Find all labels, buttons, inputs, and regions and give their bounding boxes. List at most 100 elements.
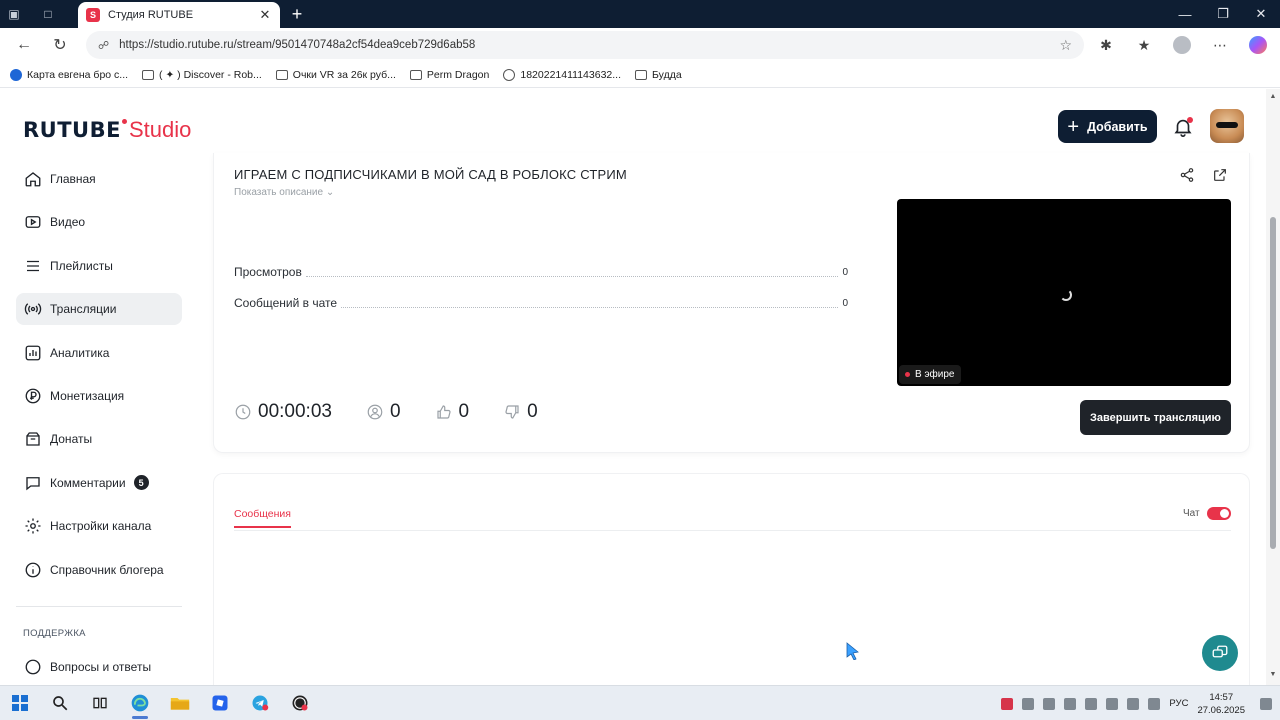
telegram-icon[interactable] — [240, 686, 280, 720]
window-controls: — ❐ ✕ — [1166, 0, 1280, 28]
sidebar-item-label: Справочник блогера — [50, 562, 164, 577]
clock[interactable]: 14:57 27.06.2025 — [1197, 691, 1245, 717]
sidebar-item-video[interactable]: Видео — [16, 206, 182, 238]
metric-likes: 0 — [435, 401, 469, 423]
share-icon[interactable] — [1179, 167, 1195, 183]
chat-bubble-icon — [25, 659, 41, 675]
obs-icon[interactable] — [280, 686, 320, 720]
sidebar-item-label: Комментарии — [50, 475, 126, 490]
windows-logo-icon — [12, 695, 28, 711]
add-button[interactable]: + Добавить — [1058, 110, 1157, 143]
sidebar-item-analytics[interactable]: Аналитика — [16, 337, 182, 369]
maximize-icon[interactable]: ❐ — [1204, 0, 1242, 28]
copilot-icon[interactable] — [1244, 33, 1272, 57]
sidebar-item-faq[interactable]: Вопросы и ответы — [16, 651, 182, 683]
clock-icon — [235, 404, 251, 420]
windows-taskbar: РУС 14:57 27.06.2025 — [0, 685, 1280, 720]
show-description-link[interactable]: Показать описание ⌄ — [234, 187, 334, 198]
scroll-down-icon[interactable]: ▼ — [1269, 671, 1277, 679]
close-window-icon[interactable]: ✕ — [1242, 0, 1280, 28]
bookmark-folder[interactable]: Очки VR за 26к руб... — [275, 69, 396, 81]
address-bar-row: ← ↻ ☍ https://studio.rutube.ru/stream/95… — [0, 28, 1280, 62]
metric-dislikes: 0 — [503, 401, 538, 423]
info-icon — [25, 562, 41, 577]
sidebar-item-home[interactable]: Главная — [16, 163, 182, 195]
edge-browser-icon[interactable] — [120, 686, 160, 720]
back-icon[interactable]: ← — [6, 30, 42, 60]
sidebar-item-label: Главная — [50, 172, 96, 186]
sidebar-item-channel-settings[interactable]: Настройки канала — [16, 510, 182, 542]
open-external-icon[interactable] — [1212, 167, 1228, 183]
close-tab-icon[interactable]: ✕ — [258, 7, 272, 23]
extensions-icon[interactable]: ✱ — [1092, 33, 1120, 57]
sidebar-divider — [16, 606, 182, 607]
chat-toggle[interactable] — [1207, 507, 1231, 520]
telegram-tray-icon[interactable] — [1043, 697, 1056, 710]
favorites-icon[interactable]: ★ — [1130, 33, 1158, 57]
microphone-icon[interactable] — [1064, 697, 1077, 710]
sidebar: Главная Видео Плейлисты Трансляции Анали… — [16, 163, 182, 597]
reload-icon[interactable]: ↻ — [42, 30, 78, 60]
profile-icon[interactable] — [1168, 33, 1196, 57]
sidebar-item-label: Аналитика — [50, 345, 110, 360]
end-stream-button[interactable]: Завершить трансляцию — [1080, 400, 1231, 435]
analytics-icon — [25, 345, 41, 360]
tab-messages[interactable]: Сообщения — [234, 508, 291, 528]
volume-icon[interactable] — [1148, 697, 1161, 710]
globe-icon — [503, 68, 516, 81]
scrollbar-thumb[interactable] — [1270, 217, 1276, 549]
lock-icon[interactable]: ☍ — [98, 39, 109, 52]
wifi-icon[interactable] — [1106, 697, 1119, 710]
tray-app-icon[interactable] — [1001, 697, 1014, 710]
sidebar-item-comments[interactable]: Комментарии 5 — [16, 467, 182, 499]
roblox-icon[interactable] — [200, 686, 240, 720]
favorite-star-icon[interactable]: ☆ — [1059, 37, 1072, 54]
sidebar-item-monetization[interactable]: Монетизация — [16, 380, 182, 412]
bookmark-folder[interactable]: Perm Dragon — [409, 69, 489, 81]
sidebar-item-broadcasts[interactable]: Трансляции — [16, 293, 182, 326]
tray-app-icon[interactable] — [1022, 697, 1035, 710]
bookmark-item[interactable]: ( ✦ ) Discover - Rob... — [142, 69, 262, 81]
bookmark-item[interactable]: 1820221411143632... — [503, 68, 621, 81]
notifications-icon[interactable] — [1260, 697, 1272, 710]
more-icon[interactable]: ⋯ — [1206, 33, 1234, 57]
workspaces-icon[interactable]: ▣ — [0, 0, 28, 28]
comments-count-badge: 5 — [133, 475, 149, 491]
sidebar-item-label: Трансляции — [50, 302, 117, 317]
sidebar-item-playlists[interactable]: Плейлисты — [16, 250, 182, 282]
stream-preview-player[interactable]: В эфире — [897, 199, 1231, 386]
rutube-studio-logo[interactable]: RUTUBE Studio — [23, 117, 191, 143]
folder-icon — [409, 69, 422, 80]
task-view-icon[interactable] — [80, 686, 120, 720]
new-tab-button[interactable]: + — [287, 4, 307, 24]
browser-tab[interactable]: S Студия RUTUBE ✕ — [78, 2, 280, 28]
help-chat-button[interactable] — [1202, 635, 1238, 671]
settings-icon — [25, 518, 41, 534]
url-field[interactable]: ☍ https://studio.rutube.ru/stream/950147… — [86, 31, 1084, 59]
search-icon[interactable] — [40, 686, 80, 720]
bookmark-item[interactable]: Карта евгена бро с... — [10, 68, 128, 81]
sidebar-item-label: Плейлисты — [50, 258, 113, 273]
minimize-icon[interactable]: — — [1166, 0, 1204, 28]
file-explorer-icon[interactable] — [160, 686, 200, 720]
pen-icon[interactable] — [1085, 697, 1098, 710]
avatar[interactable] — [1210, 109, 1244, 143]
language-indicator[interactable]: РУС — [1169, 698, 1188, 709]
start-button[interactable] — [0, 686, 40, 720]
tab-actions-icon[interactable]: □ — [34, 0, 62, 28]
chat-card: Сообщения Чат — [213, 473, 1250, 685]
scroll-up-icon[interactable]: ▲ — [1269, 93, 1277, 101]
studio-app: RUTUBE Studio + Добавить Главная Видео П… — [0, 89, 1266, 685]
stat-chat-messages: Сообщений в чате 0 — [234, 296, 848, 310]
loading-spinner-icon — [1060, 289, 1072, 301]
sidebar-item-donations[interactable]: Донаты — [16, 423, 182, 455]
donate-icon — [26, 432, 40, 447]
battery-icon[interactable] — [1127, 697, 1140, 710]
page-scrollbar[interactable]: ▲ ▼ — [1266, 89, 1280, 685]
bookmark-folder[interactable]: Будда — [635, 69, 682, 81]
folder-icon — [275, 69, 288, 80]
tabs-divider — [234, 530, 1231, 531]
sidebar-item-blogger-guide[interactable]: Справочник блогера — [16, 554, 182, 586]
stream-title: ИГРАЕМ С ПОДПИСЧИКАМИ В МОЙ САД В РОБЛОК… — [234, 167, 627, 182]
rutube-favicon-icon: S — [86, 8, 100, 22]
